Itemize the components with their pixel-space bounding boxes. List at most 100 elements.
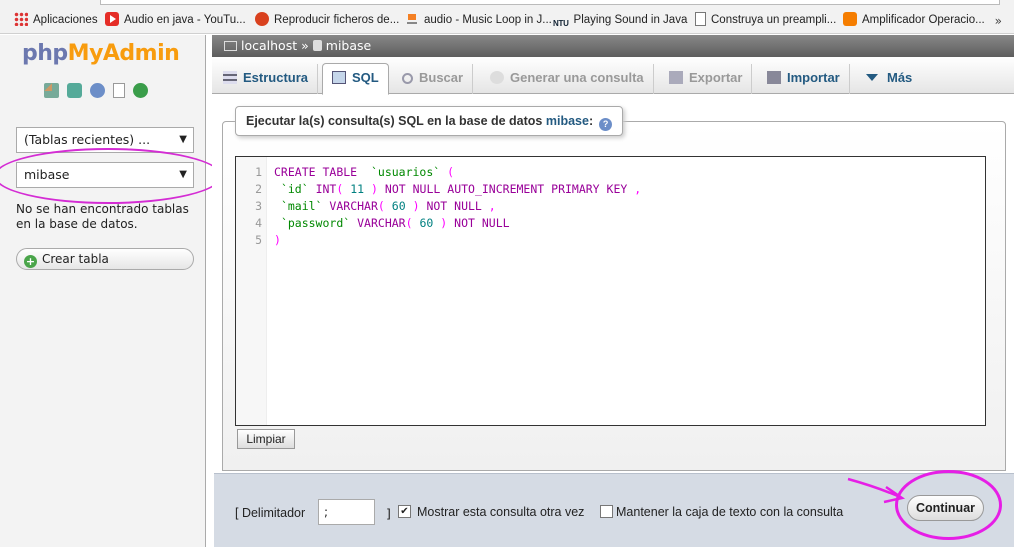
delimiter-bracket: ] <box>386 506 391 521</box>
bookmark-youtube[interactable]: Audio en java - YouTu... <box>105 11 246 29</box>
show-query-checkbox[interactable]: ✔ <box>398 505 411 518</box>
show-query-label: Mostrar esta consulta otra vez <box>417 505 585 519</box>
no-tables-message: No se han encontrado tablas en la base d… <box>16 202 189 231</box>
structure-icon <box>223 71 237 84</box>
breadcrumb-database[interactable]: mibase <box>326 38 371 53</box>
help-icon[interactable] <box>90 83 105 98</box>
chevron-down-icon: ▼ <box>179 169 187 180</box>
bookmark-apps[interactable]: Aplicaciones <box>14 11 98 29</box>
line-number: 4 <box>255 216 262 230</box>
breadcrumb-server[interactable]: localhost <box>241 38 297 53</box>
home-icon[interactable] <box>44 83 59 98</box>
site-favicon-icon <box>255 12 269 26</box>
line-number-gutter: 1 2 3 4 5 <box>236 157 267 425</box>
bookmark-label: audio - Music Loop in J... <box>424 14 552 26</box>
import-icon <box>767 71 781 84</box>
sql-panel-legend: Ejecutar la(s) consulta(s) SQL en la bas… <box>235 106 624 136</box>
sql-number: 11 <box>350 182 365 196</box>
sql-keyword: AUTO_INCREMENT <box>447 182 545 196</box>
continue-button[interactable]: Continuar <box>907 495 984 521</box>
tab-estructura[interactable]: Estructura <box>214 64 319 94</box>
tab-label: SQL <box>352 70 379 85</box>
bookmark-label: Playing Sound in Java <box>573 14 688 26</box>
bookmark-label: Aplicaciones <box>33 14 98 26</box>
database-icon <box>312 40 322 51</box>
bookmark-reproducir[interactable]: Reproducir ficheros de... <box>255 11 399 29</box>
phpmyadmin-logo[interactable]: phpMyAdmin <box>22 41 180 66</box>
legend-database-link[interactable]: mibase <box>546 114 589 128</box>
line-number: 1 <box>255 165 262 179</box>
server-icon <box>224 41 237 51</box>
bookmark-music-loop[interactable]: audio - Music Loop in J... <box>405 11 552 29</box>
clear-button[interactable]: Limpiar <box>237 429 295 449</box>
sql-keyword: NULL <box>454 199 482 213</box>
ntu-icon: NTU <box>553 19 569 28</box>
sql-identifier: `id` <box>280 182 309 196</box>
logo-my: My <box>67 41 104 66</box>
bookmark-label: Audio en java - YouTu... <box>124 14 246 26</box>
sql-keyword: NOT <box>454 216 475 230</box>
code-line: CREATE TABLE `usuarios` ( <box>274 165 454 179</box>
documentation-icon[interactable] <box>113 83 125 98</box>
query-icon <box>490 71 504 84</box>
help-icon[interactable]: ? <box>599 118 613 131</box>
legend-colon: : <box>588 114 594 128</box>
sql-identifier: `password` <box>280 216 351 230</box>
sql-punctuation: ) <box>412 199 420 213</box>
sql-identifier: `usuarios` <box>370 165 441 179</box>
retain-box-checkbox[interactable] <box>600 505 613 518</box>
stackoverflow-icon <box>405 12 419 26</box>
reload-icon[interactable] <box>133 83 148 98</box>
tab-importar[interactable]: Importar <box>758 64 850 94</box>
logo-php: php <box>22 41 68 66</box>
tab-sql[interactable]: SQL <box>322 63 389 95</box>
sql-identifier: `mail` <box>280 199 323 213</box>
search-icon <box>402 73 413 84</box>
code-line: `mail` VARCHAR( 60 ) NOT NULL , <box>274 199 496 213</box>
sql-punctuation: , <box>634 182 642 196</box>
line-number: 5 <box>255 233 262 247</box>
address-bar-fragment[interactable] <box>100 0 1000 5</box>
sql-keyword: NULL <box>412 182 441 196</box>
tab-label: Más <box>887 70 913 85</box>
sql-punctuation: ) <box>371 182 378 196</box>
sql-punctuation: ( <box>377 199 385 213</box>
tab-buscar: Buscar <box>393 64 474 94</box>
breadcrumb-separator: » <box>301 38 309 53</box>
sql-keyword: NOT <box>426 199 448 213</box>
sql-punctuation: ( <box>405 216 413 230</box>
sql-keyword: VARCHAR <box>357 216 406 230</box>
recent-tables-select[interactable]: (Tablas recientes) ... ▼ <box>16 127 194 153</box>
bookmark-amplificador[interactable]: Amplificador Operacio... <box>843 11 985 29</box>
sql-punctuation: ( <box>447 165 455 179</box>
query-options-bar: [ Delimitador ; ] ✔ Mostrar esta consult… <box>214 473 1014 547</box>
logout-icon[interactable] <box>67 83 82 98</box>
sql-icon <box>332 71 346 84</box>
apps-grid-icon <box>14 12 28 26</box>
sql-keyword: NOT <box>384 182 406 196</box>
delimiter-label: [ Delimitador <box>235 506 306 520</box>
bookmark-label: Amplificador Operacio... <box>862 14 985 26</box>
legend-text: Ejecutar la(s) consulta(s) SQL en la bas… <box>246 114 543 128</box>
database-select-value: mibase <box>24 167 70 182</box>
bookmarks-overflow-button[interactable]: » <box>995 14 1002 28</box>
nav-icon-row <box>44 83 156 99</box>
sql-editor[interactable]: 1 2 3 4 5 CREATE TABLE `usuarios` ( `id`… <box>235 156 986 426</box>
delimiter-input[interactable]: ; <box>318 499 375 525</box>
tab-generar-consulta: Generar una consulta <box>481 64 654 94</box>
bookmark-preamplificador[interactable]: Construya un preampli... <box>695 11 836 29</box>
bookmark-playing-sound[interactable]: NTU Playing Sound in Java <box>553 11 687 29</box>
tab-mas[interactable]: Más <box>857 64 921 94</box>
database-select[interactable]: mibase ▼ <box>16 162 194 188</box>
create-table-button[interactable]: + Crear tabla <box>16 248 194 270</box>
